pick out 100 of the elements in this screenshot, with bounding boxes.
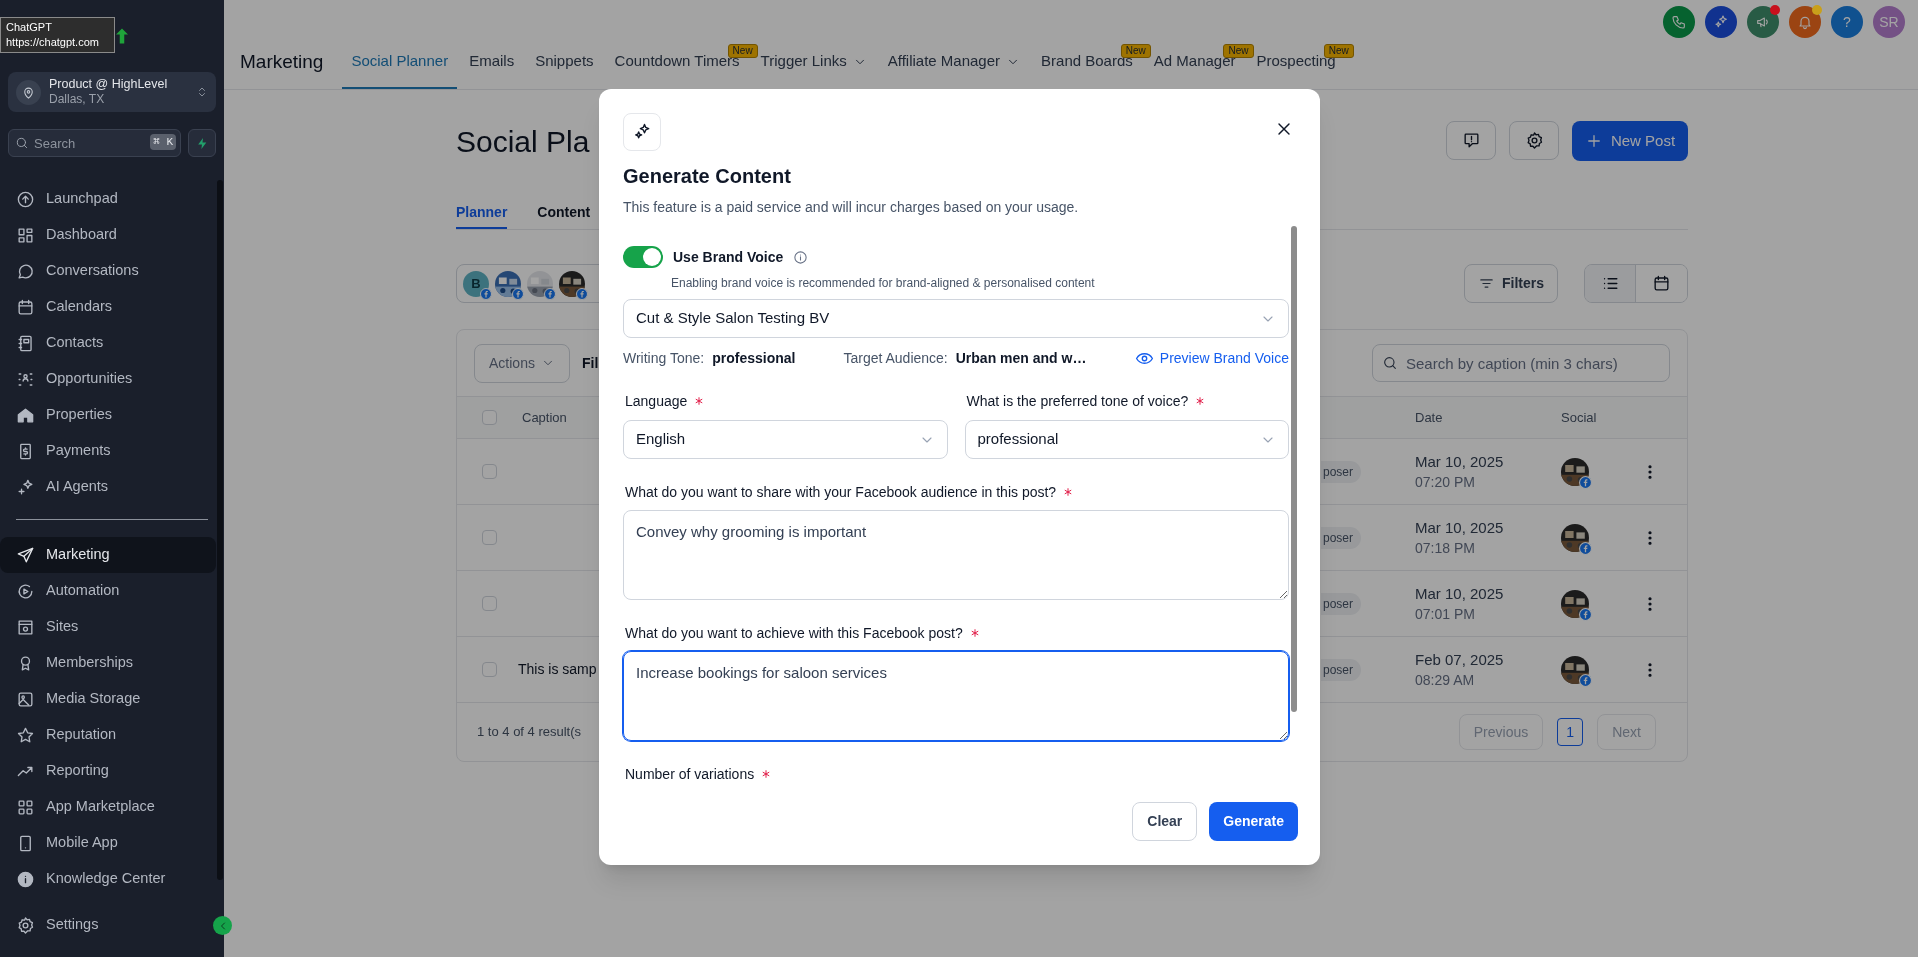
status-badge: poser [1321, 592, 1362, 615]
checkbox[interactable] [482, 410, 497, 425]
sparkle-icon [1713, 14, 1729, 30]
facebook-icon [1579, 541, 1592, 555]
image-icon [16, 689, 35, 709]
tone-value: professional [712, 348, 796, 368]
page-button[interactable]: 1 [1557, 718, 1584, 746]
nav-item[interactable]: Mobile App [0, 825, 216, 861]
tooltip-url: https://chatgpt.com [6, 35, 100, 50]
checkbox[interactable] [482, 530, 497, 545]
phone-icon [1671, 14, 1687, 30]
toggle-label: Use Brand Voice [673, 247, 784, 267]
view-toggle-button[interactable] [1585, 265, 1636, 302]
info-icon [16, 869, 35, 889]
text-area[interactable]: Increase bookings for saloon services [623, 651, 1289, 741]
tone-label: Writing Tone: [623, 348, 705, 368]
calendar-icon [1652, 274, 1671, 293]
filter-label: Fil [582, 353, 599, 373]
settings-icon [16, 915, 35, 935]
toggle-switch[interactable] [623, 246, 663, 268]
quick-action-button[interactable] [188, 129, 216, 157]
post-date: Mar 10, 2025 [1415, 517, 1505, 538]
nav-item[interactable]: Payments [0, 433, 216, 469]
nav-item[interactable]: Memberships [0, 645, 216, 681]
settings-button[interactable] [1509, 121, 1559, 160]
facebook-icon [1579, 475, 1592, 489]
sparkle-icon [16, 477, 35, 497]
nav-item[interactable]: Sites [0, 609, 216, 645]
nav-item[interactable]: Conversations [0, 253, 216, 289]
feedback-button[interactable] [1446, 121, 1496, 160]
new-post-button[interactable]: New Post [1572, 121, 1688, 161]
nav-item[interactable]: Automation [0, 573, 216, 609]
nav-item[interactable]: Reputation [0, 717, 216, 753]
brand-voice-select[interactable]: Cut & Style Salon Testing BV [623, 299, 1289, 338]
megaphone-icon [1755, 14, 1771, 30]
post-date: Feb 07, 2025 [1415, 649, 1505, 670]
page-title: Social Pla [456, 123, 590, 160]
text-area[interactable]: Convey why grooming is important [623, 510, 1289, 600]
nav-item[interactable]: Properties [0, 397, 216, 433]
field-label: Number of variations [625, 764, 755, 784]
tooltip-title: ChatGPT [6, 20, 53, 35]
new-badge: New [1223, 44, 1254, 58]
checkbox[interactable] [482, 596, 497, 611]
header-button[interactable] [1705, 6, 1737, 38]
nav-item[interactable]: Opportunities [0, 361, 216, 397]
field-label: What do you want to achieve with this Facebook post? [625, 623, 963, 643]
nav-tab[interactable]: Affiliate Manager [878, 44, 1030, 89]
audience-label: Target Audience: [843, 348, 948, 368]
generate-button[interactable]: Generate [1209, 802, 1298, 841]
header-button[interactable] [1747, 6, 1779, 38]
facebook-icon [1579, 673, 1592, 687]
facebook-icon [576, 287, 588, 300]
nav-item[interactable]: AI Agents [0, 469, 216, 505]
table-cell-text: This is samp [518, 660, 597, 679]
facebook-icon [544, 287, 556, 300]
nav-item[interactable]: Reporting [0, 753, 216, 789]
nav-item[interactable]: Knowledge Center [0, 861, 216, 897]
dialog-title: Generate Content [623, 164, 792, 189]
select-field[interactable]: English [623, 420, 948, 459]
nav-tab[interactable]: Social Planner [342, 44, 458, 89]
nav-item[interactable]: App Marketplace [0, 789, 216, 825]
nav-item[interactable]: Calendars [0, 289, 216, 325]
post-date: Mar 10, 2025 [1415, 451, 1505, 472]
dialog-subtitle: This feature is a paid service and will incur charges based on your usage. [623, 198, 1080, 217]
page-tab[interactable]: Content [537, 197, 591, 229]
header-button[interactable] [1789, 6, 1821, 38]
preview-link[interactable]: Preview Brand Voice [1134, 347, 1289, 369]
calendar-icon [16, 297, 35, 317]
checkbox[interactable] [482, 464, 497, 479]
search-icon [1382, 355, 1398, 371]
post-date: Mar 10, 2025 [1415, 583, 1505, 604]
checkbox[interactable] [482, 662, 497, 677]
nav-tab[interactable]: Snippets [526, 44, 603, 89]
column-header: Date [1415, 408, 1444, 427]
audience-value: Urban men and w… [955, 348, 1087, 368]
nav-item[interactable]: Launchpad [0, 181, 216, 217]
browser-window-icon [16, 617, 35, 637]
account-switcher[interactable]: Product @ HighLevel Dallas, TX [8, 72, 216, 112]
nav-item[interactable]: Media Storage [0, 681, 216, 717]
contact-book-icon [16, 333, 35, 353]
account-name: Product @ HighLevel [49, 77, 169, 92]
post-time: 07:01 PM [1415, 604, 1476, 624]
header-button[interactable] [1663, 6, 1695, 38]
post-time: 08:29 AM [1415, 670, 1476, 690]
nav-item[interactable]: Settings [0, 907, 216, 943]
actions-dropdown[interactable]: Actions [474, 343, 570, 383]
page-tab[interactable]: Planner [456, 197, 508, 229]
facebook-icon [480, 287, 492, 300]
location-pin-icon [16, 79, 41, 105]
info-icon [793, 249, 809, 265]
status-badge: poser [1321, 658, 1362, 681]
grid-icon [16, 797, 35, 817]
clear-button[interactable]: Clear [1132, 802, 1198, 841]
select-field[interactable]: professional [964, 420, 1289, 459]
nav-item[interactable]: Contacts [0, 325, 216, 361]
avatar: B [463, 270, 489, 297]
nav-item[interactable]: Marketing [0, 537, 216, 573]
nav-tab[interactable]: Emails [460, 44, 524, 89]
filters-button[interactable]: Filters [1464, 264, 1558, 303]
nav-item[interactable]: Dashboard [0, 217, 216, 253]
